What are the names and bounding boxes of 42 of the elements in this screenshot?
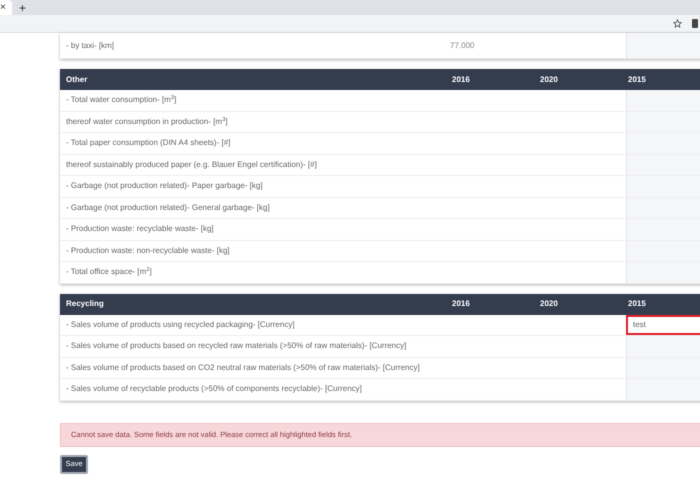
value-input-field[interactable] [626, 219, 700, 240]
value-input-field[interactable] [626, 262, 700, 282]
column-header: Recycling [65, 298, 105, 310]
column-header: 2020 [539, 74, 559, 86]
value-input-field[interactable]: test [626, 314, 700, 335]
value-input-field[interactable] [626, 358, 700, 378]
table-cell: 77.000 [450, 40, 474, 50]
row-label: - Garbage (not production related)- Paper garbage- [kg] [65, 180, 264, 192]
value-input-field[interactable] [626, 90, 700, 110]
browser-tab[interactable]: × [0, 0, 12, 15]
value-input-field[interactable] [626, 154, 700, 175]
column-header: 2015 [627, 74, 647, 86]
value-input-field[interactable] [626, 240, 700, 261]
new-tab-button[interactable]: + [19, 2, 26, 14]
row-label: - Sales volume of products based on CO2 neutral raw materials (>50% of raw materials)- [Currency] [65, 362, 421, 374]
row-label: - Total water consumption- [m$^{3}$] [65, 94, 178, 106]
column-header: 2016 [451, 74, 471, 86]
column-header: 2016 [451, 298, 471, 310]
column-header: Other [65, 74, 88, 86]
row-label: thereof sustainably produced paper (e.g. Blauer Engel certification)- [#] [65, 158, 318, 171]
value-input-field[interactable] [626, 336, 700, 356]
row-label: - Total paper consumption (DIN A4 sheets)- [#] [65, 137, 232, 150]
value-input-field[interactable] [626, 379, 700, 400]
row-label: - by taxi- [km] [65, 40, 116, 52]
row-label: - Production waste: non-recyclable waste- [kg] [65, 244, 231, 257]
row-label: - Production waste: recyclable waste- [kg] [65, 223, 215, 236]
row-label: - Sales volume of products using recycled packaging- [Currency] [65, 318, 296, 331]
row-label: - Garbage (not production related)- General garbage- [kg] [65, 202, 271, 214]
extension-icon[interactable] [692, 19, 698, 28]
column-header: 2015 [627, 298, 647, 310]
row-label: thereof water consumption in production- [m$^{3}$] [65, 116, 229, 128]
value-input-field[interactable] [626, 133, 700, 154]
value-input-field[interactable] [626, 33, 700, 58]
row-label: - Sales volume of recyclable products (>50% of components recyclable)- [Currency] [65, 383, 363, 396]
value-input-field[interactable] [626, 198, 700, 218]
value-input-field[interactable] [626, 112, 700, 132]
value-input-field[interactable] [626, 176, 700, 196]
row-label: - Total office space- [m$^{2}$] [65, 266, 153, 278]
star-icon[interactable] [673, 19, 682, 28]
row-label: - Sales volume of products based on recycled raw materials (>50% of raw materials)- [Currency] [65, 340, 408, 352]
column-header: 2020 [539, 298, 559, 310]
close-button[interactable]: × [0, 2, 6, 12]
